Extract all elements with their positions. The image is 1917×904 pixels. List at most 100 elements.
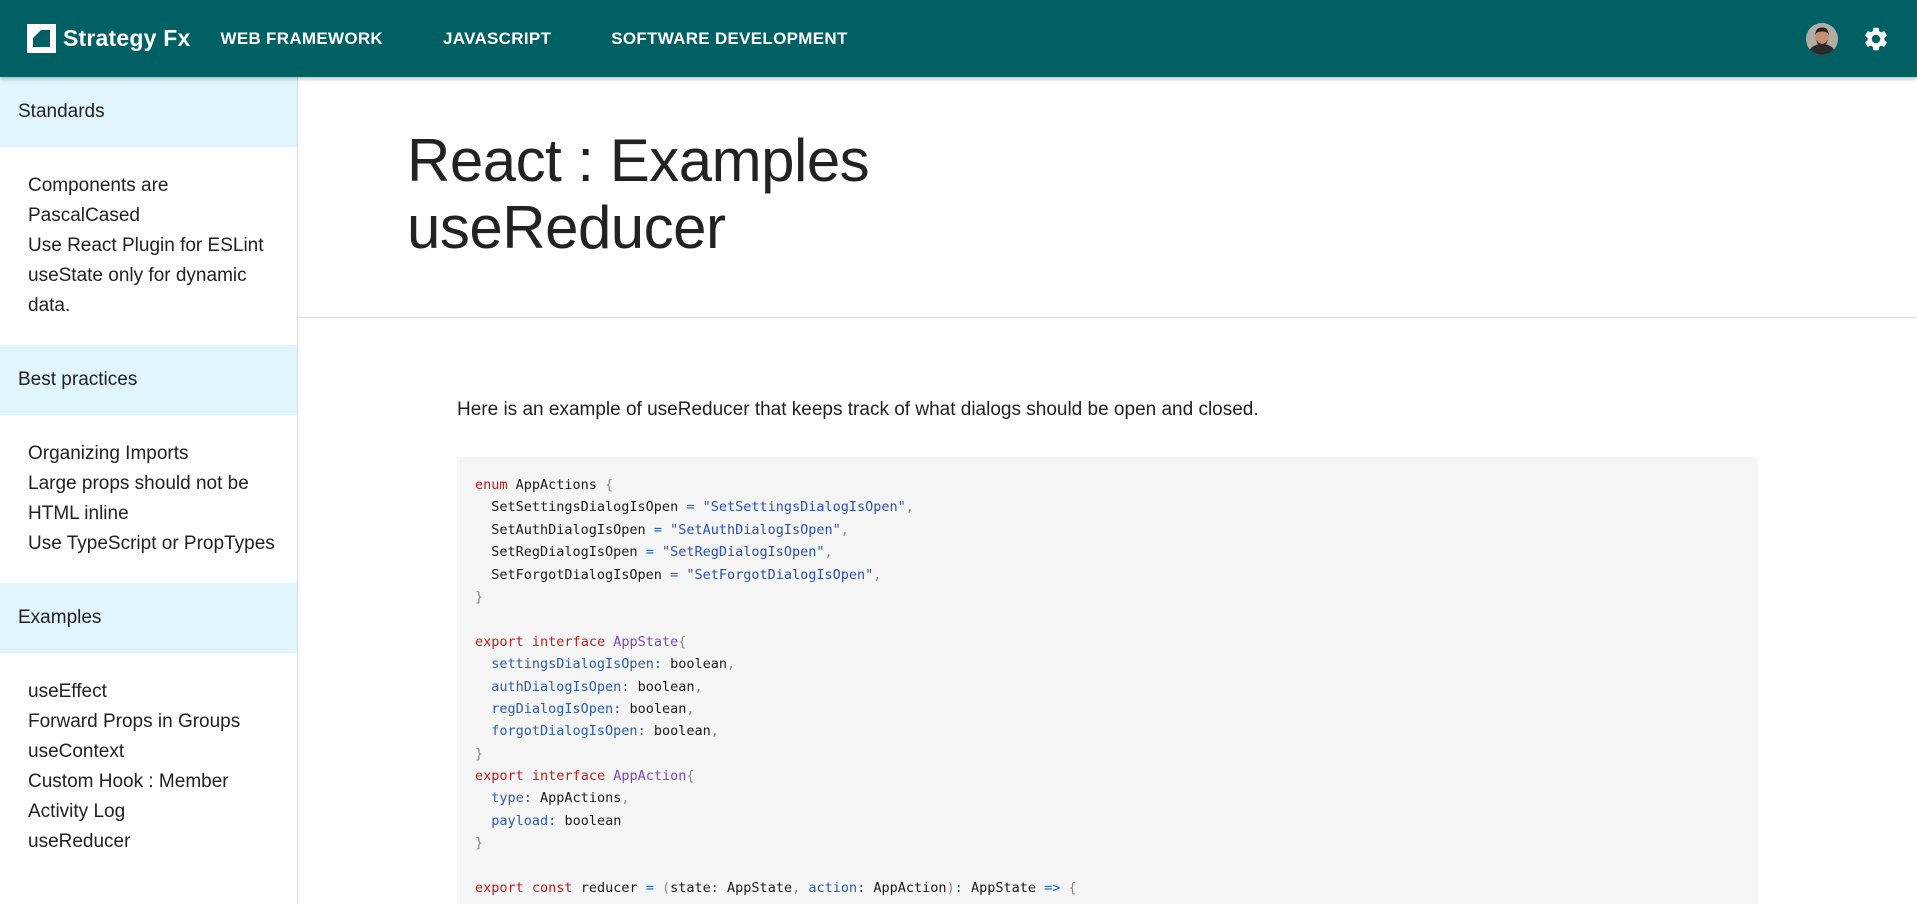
code-token: action [808,880,858,897]
sidebar-item-useeffect[interactable]: useEffect [28,677,279,707]
code-line: SetAuthDialogIsOpen = "SetAuthDialogIsOp… [475,519,1740,541]
code-token: , [694,678,703,695]
code-token: "SetSettingsDialogIsOpen" [694,499,906,516]
code-token: "SetRegDialogIsOpen" [653,544,825,561]
code-token: AppState [718,880,793,897]
user-avatar[interactable] [1806,22,1838,55]
code-token: AppAction [865,880,947,897]
code-token: } [475,835,484,852]
code-line: forgotDialogIsOpen: boolean, [475,720,1740,742]
code-line: export const reducer = (state: AppState,… [475,877,1740,899]
code-token: boolean [556,812,622,829]
code-token: : [710,880,719,897]
code-token: payload [491,812,549,829]
code-token: ) [946,880,955,897]
nav-web-framework[interactable]: WEB FRAMEWORK [220,29,383,49]
code-token: = [670,566,679,583]
code-token: AppAction [613,768,687,785]
settings-gear-icon[interactable] [1862,25,1890,53]
code-line: export interface AppAction{ [475,765,1740,787]
code-token: export [475,633,524,650]
page-title-line-1: React : Examples [407,127,870,194]
sidebar-item-usecontext[interactable]: useContext [28,737,279,767]
code-token: AppState [962,880,1045,897]
code-token: boolean [645,723,711,740]
code-line: export interface AppState{ [475,631,1740,653]
code-token: regDialogIsOpen [491,700,614,717]
sidebar-section-examples[interactable]: Examples [0,583,297,653]
code-token: interface [531,768,606,785]
code-token: state [670,880,711,897]
code-token: ( [662,880,671,897]
code-token: } [475,745,484,762]
title-area: React : Examples useReducer [298,77,1917,318]
brand-name: Strategy Fx [63,25,191,51]
code-line: payload: boolean [475,810,1740,832]
intro-paragraph: Here is an example of useReducer that ke… [457,399,1259,420]
code-token: } [475,588,484,605]
code-line: } [475,832,1740,854]
code-token: , [873,566,882,583]
code-token: AppState [613,633,679,650]
code-line: SetRegDialogIsOpen = "SetRegDialogIsOpen… [475,541,1740,563]
code-token: boolean [661,656,727,673]
code-line: SetForgotDialogIsOpen = "SetForgotDialog… [475,564,1740,586]
code-token: = [645,544,654,561]
code-token: : [954,880,963,897]
sidebar-section-best-practices[interactable]: Best practices [0,345,297,415]
code-token: { [1068,880,1077,897]
sidebar-item-organizing-imports[interactable]: Organizing Imports [28,439,279,469]
code-token: export [475,880,524,897]
top-nav: WEB FRAMEWORK JAVASCRIPT SOFTWARE DEVELO… [220,0,907,77]
code-line: regDialogIsOpen: boolean, [475,698,1740,720]
sidebar-item-react-plugin-eslint[interactable]: Use React Plugin for ESLint [28,231,279,261]
code-token: SetRegDialogIsOpen [475,544,646,561]
brand-home-link[interactable]: Strategy Fx [27,0,190,77]
code-token: SetSettingsDialogIsOpen [475,499,687,516]
nav-javascript[interactable]: JAVASCRIPT [443,29,551,49]
code-line: authDialogIsOpen: boolean, [475,676,1740,698]
code-token: SetAuthDialogIsOpen [475,521,654,538]
main-content: React : Examples useReducer Here is an e… [298,77,1917,904]
sidebar-list-examples: useEffect Forward Props in Groups useCon… [0,653,297,881]
code-line: SetSettingsDialogIsOpen = "SetSettingsDi… [475,496,1740,518]
sidebar-item-custom-hook[interactable]: Custom Hook : Member Activity Log [28,767,279,827]
code-token: , [840,521,849,538]
code-token: type [491,790,524,807]
code-token: , [621,790,630,807]
sidebar-item-components-pascalcased[interactable]: Components are PascalCased [28,171,279,231]
code-token: , [792,880,801,897]
sidebar-item-usestate-dynamic[interactable]: useState only for dynamic data. [28,261,279,321]
sidebar-item-typescript-proptypes[interactable]: Use TypeScript or PropTypes [28,529,279,559]
sidebar-list-best-practices: Organizing Imports Large props should no… [0,415,297,583]
code-line: settingsDialogIsOpen: boolean, [475,653,1740,675]
code-block[interactable]: enum AppActions { SetSettingsDialogIsOpe… [457,457,1758,904]
code-token: : [523,790,532,807]
sidebar-item-large-props[interactable]: Large props should not be HTML inline [28,469,279,529]
code-token: , [905,499,914,516]
nav-software-development[interactable]: SOFTWARE DEVELOPMENT [611,29,847,49]
code-token: boolean [629,678,695,695]
code-token: reducer [572,880,646,897]
code-token: AppActions [507,477,606,493]
code-token: , [686,700,695,717]
top-actions [1806,0,1917,77]
sidebar-item-forward-props[interactable]: Forward Props in Groups [28,707,279,737]
code-token: boolean [621,700,687,717]
code-token: = [645,880,654,897]
code-token: export [475,768,524,785]
sidebar-section-standards[interactable]: Standards [0,77,297,147]
code-token: const [531,880,573,897]
sidebar-item-usereducer[interactable]: useReducer [28,827,279,857]
code-token: enum [475,477,508,493]
code-line: enum AppActions { [475,474,1740,496]
